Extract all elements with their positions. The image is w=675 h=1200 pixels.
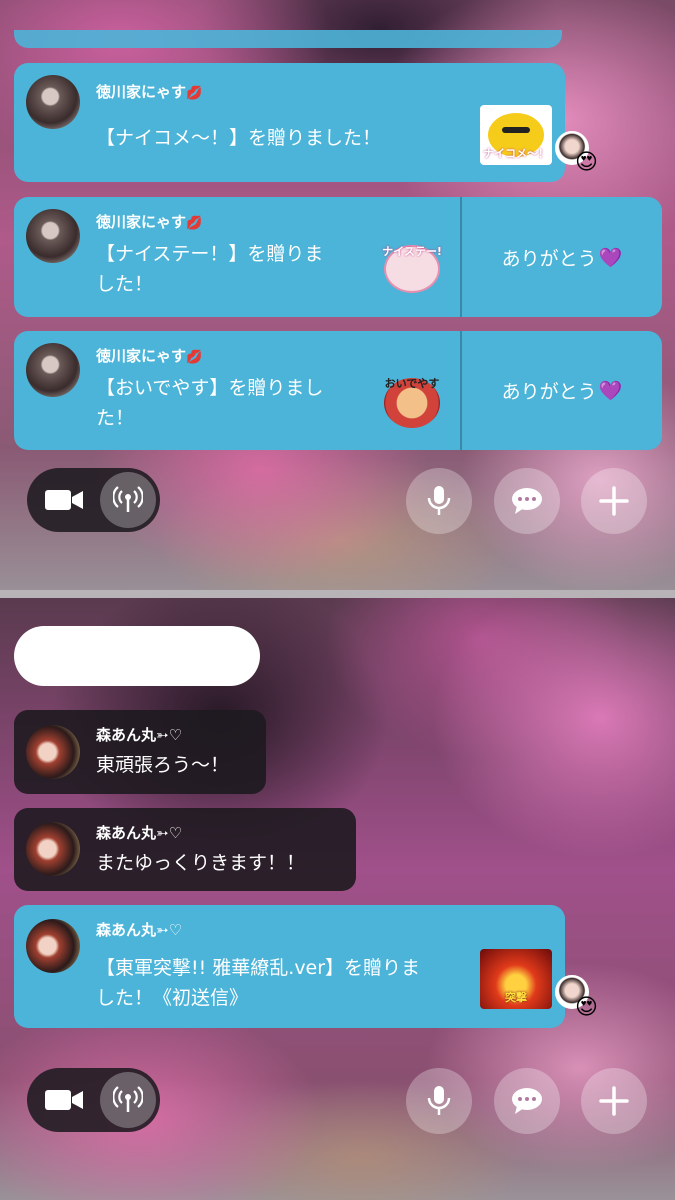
broadcast-icon (113, 486, 143, 512)
avatar[interactable] (26, 75, 80, 129)
gift-message: 【おいでやす】を贈りまし た！ (96, 377, 324, 429)
mic-button[interactable] (406, 468, 472, 534)
username: 徳川家にゃす💋 (96, 213, 203, 231)
purple-heart-icon: 💜 (598, 246, 623, 269)
lips-icon: 💋 (186, 350, 203, 365)
avatar[interactable] (26, 822, 80, 876)
mic-button[interactable] (406, 1068, 472, 1134)
plus-icon (599, 1086, 629, 1116)
redacted-comment (14, 626, 260, 686)
lips-icon: 💋 (186, 216, 203, 231)
lips-icon: 💋 (186, 86, 203, 101)
gift-comment-1[interactable]: 徳川家にゃす💋 【ナイコメ〜！】を贈りました！ ナイコメ〜！ (14, 63, 565, 182)
gift-comment-2[interactable]: 徳川家にゃす💋 【ナイステー！】を贈りま した！ ナイステー! ありがとう 💜 (14, 197, 662, 317)
gift-sticker: おいでやす (376, 373, 448, 433)
avatar[interactable] (26, 209, 80, 263)
username: 森あん丸➳♡ (96, 921, 183, 939)
live-broadcast-button[interactable] (100, 472, 156, 528)
previous-comment-bubble (14, 30, 562, 48)
add-button[interactable] (581, 1068, 647, 1134)
live-broadcast-button[interactable] (100, 1072, 156, 1128)
gift-comment-4[interactable]: 森あん丸➳♡ 【東軍突撃!! 雅華繚乱.ver】を贈りま した！《初送信》 突撃 (14, 905, 565, 1028)
username: 森あん丸➳♡ (96, 824, 183, 842)
heart-eyes-icon: 😍 (575, 995, 598, 1020)
broadcast-icon (113, 1086, 143, 1112)
chat-message: またゆっくりきます！！ (96, 852, 306, 874)
gift-message: 【東軍突撃!! 雅華繚乱.ver】を贈りま した！《初送信》 (96, 957, 421, 1009)
add-button[interactable] (581, 468, 647, 534)
gift-sticker: ナイステー! (376, 239, 448, 299)
chat-comment-1[interactable]: 森あん丸➳♡ 東頑張ろう〜！ (14, 710, 266, 794)
gift-sticker: ナイコメ〜！ (480, 105, 552, 165)
microphone-icon (427, 1086, 451, 1115)
chat-bubble-icon (512, 1088, 542, 1114)
comment-button[interactable] (494, 1068, 560, 1134)
thanks-button[interactable]: ありがとう 💜 (460, 197, 662, 317)
microphone-icon (427, 486, 451, 515)
purple-heart-icon: 💜 (598, 380, 623, 402)
thanks-button[interactable]: ありがとう 💜 (460, 331, 662, 450)
gift-sticker: 突撃 (480, 949, 552, 1009)
chat-comment-2[interactable]: 森あん丸➳♡ またゆっくりきます！！ (14, 808, 356, 891)
avatar[interactable] (26, 343, 80, 397)
stream-mode-toggle[interactable] (27, 468, 160, 532)
username: 徳川家にゃす💋 (96, 83, 203, 101)
chat-message: 東頑張ろう〜！ (96, 754, 230, 776)
chat-bubble-icon (512, 488, 542, 514)
avatar[interactable] (26, 725, 80, 779)
gift-comment-3[interactable]: 徳川家にゃす💋 【おいでやす】を贈りまし た！ おいでやす ありがとう 💜 (14, 331, 662, 450)
gift-message: 【ナイコメ〜！】を贈りました！ (96, 127, 382, 149)
gift-message: 【ナイステー！】を贈りま した！ (96, 243, 324, 295)
plus-icon (599, 486, 629, 516)
comment-button[interactable] (494, 468, 560, 534)
username: 徳川家にゃす💋 (96, 347, 203, 365)
video-camera-icon[interactable] (45, 487, 85, 513)
video-camera-icon[interactable] (45, 1087, 85, 1113)
stream-mode-toggle[interactable] (27, 1068, 160, 1132)
username: 森あん丸➳♡ (96, 726, 183, 744)
heart-eyes-icon: 😍 (575, 150, 598, 175)
avatar[interactable] (26, 919, 80, 973)
